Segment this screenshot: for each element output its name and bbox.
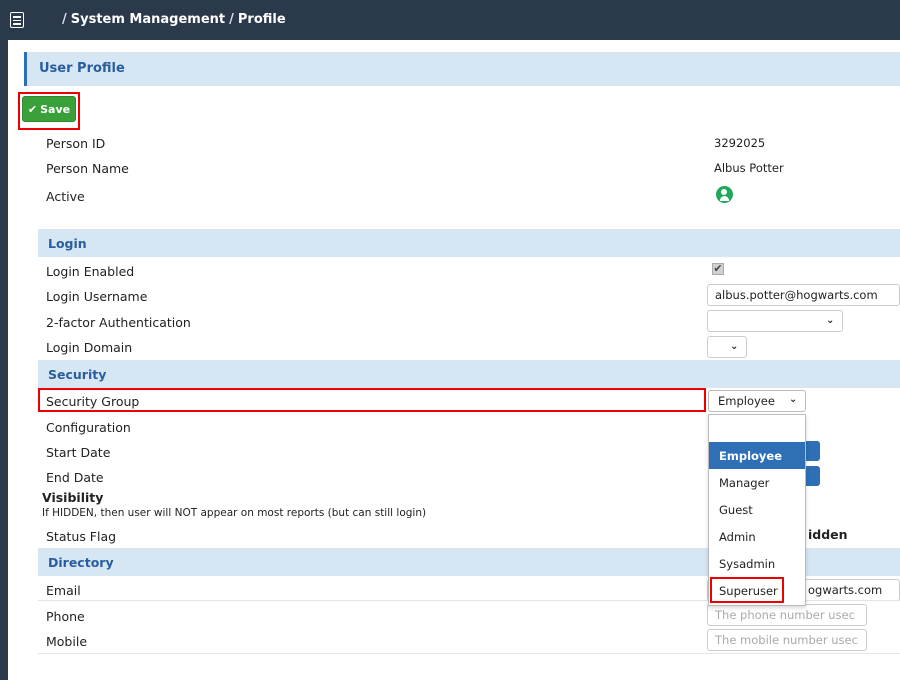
chevron-down-icon: ⌄	[826, 315, 835, 326]
twofa-select[interactable]: ⌄	[707, 310, 843, 332]
mobile-label: Mobile	[46, 634, 88, 649]
directory-section-title: Directory	[48, 555, 114, 570]
phone-label: Phone	[46, 609, 85, 624]
panel-header: User Profile	[24, 52, 900, 86]
end-date-label: End Date	[46, 470, 104, 485]
visibility-note: If HIDDEN, then user will NOT appear on …	[42, 507, 427, 519]
login-enabled-checkbox[interactable]: ✔	[712, 263, 724, 275]
end-date-calendar-icon[interactable]	[806, 466, 820, 486]
security-section-header: Security	[38, 360, 900, 388]
breadcrumb-separator: /	[62, 12, 67, 27]
dropdown-option-manager[interactable]: Manager	[709, 469, 805, 496]
panel-title: User Profile	[39, 61, 125, 76]
person-id-value: 3292025	[714, 136, 766, 150]
email-label: Email	[46, 583, 81, 598]
superuser-highlight-box	[710, 577, 784, 603]
hamburger-menu-icon[interactable]	[10, 12, 24, 28]
person-id-label: Person ID	[46, 136, 106, 151]
person-name-value: Albus Potter	[714, 161, 784, 175]
dropdown-option-admin[interactable]: Admin	[709, 523, 805, 550]
chevron-down-icon: ⌄	[730, 341, 739, 352]
login-section-header: Login	[38, 229, 900, 257]
save-button-label: Save	[40, 102, 71, 116]
active-label: Active	[46, 189, 85, 204]
visibility-heading: Visibility	[42, 490, 104, 505]
security-group-select[interactable]: Employee ⌄	[708, 390, 806, 412]
login-section-title: Login	[48, 236, 87, 251]
status-flag-label: Status Flag	[46, 529, 117, 544]
login-username-label: Login Username	[46, 289, 148, 304]
login-domain-select[interactable]: ⌄	[707, 336, 747, 358]
active-user-icon[interactable]	[716, 186, 733, 203]
breadcrumb: / System Management / Profile	[58, 12, 286, 27]
divider	[38, 653, 900, 654]
start-date-calendar-icon[interactable]	[806, 441, 820, 461]
login-username-input[interactable]: albus.potter@hogwarts.com	[707, 284, 900, 306]
save-button[interactable]: ✔ Save	[22, 96, 76, 122]
top-bar: / System Management / Profile	[0, 0, 900, 40]
dropdown-option-employee[interactable]: Employee	[709, 442, 805, 469]
security-section-title: Security	[48, 367, 107, 382]
dropdown-option-guest[interactable]: Guest	[709, 496, 805, 523]
left-sidebar-strip	[0, 0, 8, 680]
configuration-label: Configuration	[46, 420, 131, 435]
twofa-label: 2-factor Authentication	[46, 315, 191, 330]
login-enabled-label: Login Enabled	[46, 264, 135, 279]
dropdown-option-blank[interactable]	[709, 415, 805, 442]
breadcrumb-separator: /	[229, 12, 234, 27]
person-name-label: Person Name	[46, 161, 129, 176]
chevron-down-icon: ⌄	[789, 394, 798, 405]
dropdown-option-sysadmin[interactable]: Sysadmin	[709, 550, 805, 577]
status-flag-value: idden	[808, 527, 848, 542]
mobile-input[interactable]: The mobile number usec	[707, 629, 867, 651]
start-date-label: Start Date	[46, 445, 111, 460]
breadcrumb-system-management[interactable]: System Management	[71, 12, 225, 27]
security-group-selected: Employee	[718, 394, 775, 408]
login-domain-label: Login Domain	[46, 340, 133, 355]
phone-input[interactable]: The phone number usec	[707, 604, 867, 626]
security-group-label: Security Group	[46, 394, 140, 409]
check-icon: ✔	[27, 102, 38, 116]
breadcrumb-profile: Profile	[237, 12, 286, 27]
